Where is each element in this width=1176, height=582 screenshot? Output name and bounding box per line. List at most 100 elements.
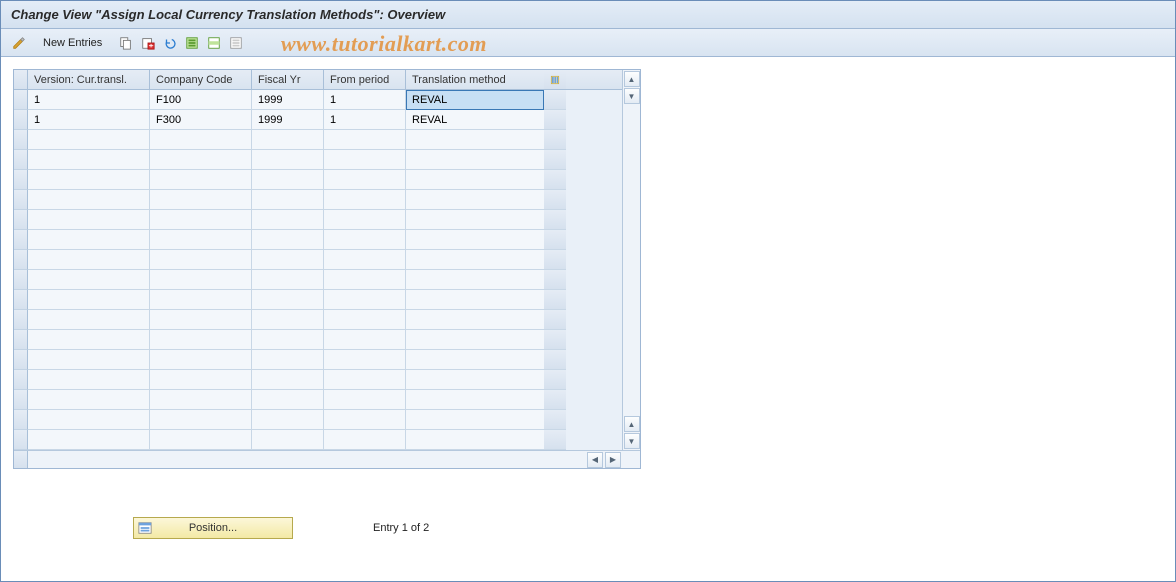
cell-version[interactable] — [28, 430, 150, 450]
table-row[interactable] — [14, 310, 622, 330]
cell-version[interactable] — [28, 350, 150, 370]
cell-period[interactable] — [324, 370, 406, 390]
toggle-change-icon[interactable] — [9, 33, 29, 53]
col-header-method[interactable]: Translation method — [406, 70, 544, 89]
scroll-right-icon[interactable]: ▶ — [605, 452, 621, 468]
row-selector[interactable] — [14, 290, 28, 310]
scroll-down-icon[interactable]: ▼ — [624, 88, 640, 104]
table-row[interactable] — [14, 290, 622, 310]
cell-company[interactable] — [150, 310, 252, 330]
deselect-all-icon[interactable] — [226, 33, 246, 53]
cell-period[interactable] — [324, 390, 406, 410]
scroll-up2-icon[interactable]: ▲ — [624, 416, 640, 432]
cell-version[interactable] — [28, 170, 150, 190]
cell-company[interactable] — [150, 350, 252, 370]
cell-company[interactable] — [150, 150, 252, 170]
cell-company[interactable] — [150, 290, 252, 310]
row-selector[interactable] — [14, 430, 28, 450]
cell-version[interactable] — [28, 370, 150, 390]
table-row[interactable] — [14, 430, 622, 450]
table-row[interactable] — [14, 350, 622, 370]
row-selector[interactable] — [14, 350, 28, 370]
cell-fiscal[interactable] — [252, 430, 324, 450]
cell-company[interactable] — [150, 230, 252, 250]
row-selector[interactable] — [14, 210, 28, 230]
cell-version[interactable] — [28, 270, 150, 290]
cell-method[interactable] — [406, 330, 544, 350]
cell-period[interactable] — [324, 310, 406, 330]
cell-method[interactable] — [406, 230, 544, 250]
row-selector[interactable] — [14, 410, 28, 430]
cell-period[interactable] — [324, 330, 406, 350]
copy-as-icon[interactable] — [116, 33, 136, 53]
col-header-version[interactable]: Version: Cur.transl. — [28, 70, 150, 89]
cell-method[interactable]: REVAL — [406, 90, 544, 110]
cell-method[interactable] — [406, 130, 544, 150]
cell-version[interactable] — [28, 230, 150, 250]
cell-period[interactable] — [324, 410, 406, 430]
table-row[interactable] — [14, 230, 622, 250]
row-selector[interactable] — [14, 190, 28, 210]
cell-version[interactable] — [28, 190, 150, 210]
cell-period[interactable] — [324, 190, 406, 210]
cell-fiscal[interactable] — [252, 150, 324, 170]
cell-fiscal[interactable] — [252, 210, 324, 230]
row-selector[interactable] — [14, 130, 28, 150]
cell-method[interactable] — [406, 150, 544, 170]
cell-period[interactable] — [324, 150, 406, 170]
cell-fiscal[interactable] — [252, 410, 324, 430]
cell-company[interactable] — [150, 390, 252, 410]
cell-company[interactable] — [150, 330, 252, 350]
row-selector[interactable] — [14, 270, 28, 290]
cell-method[interactable] — [406, 210, 544, 230]
cell-method[interactable] — [406, 190, 544, 210]
cell-company[interactable] — [150, 130, 252, 150]
cell-period[interactable] — [324, 170, 406, 190]
cell-method[interactable] — [406, 290, 544, 310]
col-header-fiscal[interactable]: Fiscal Yr — [252, 70, 324, 89]
cell-version[interactable]: 1 — [28, 110, 150, 130]
table-row[interactable] — [14, 170, 622, 190]
col-header-period[interactable]: From period — [324, 70, 406, 89]
cell-fiscal[interactable] — [252, 270, 324, 290]
cell-version[interactable] — [28, 290, 150, 310]
cell-period[interactable]: 1 — [324, 110, 406, 130]
cell-period[interactable] — [324, 270, 406, 290]
cell-fiscal[interactable] — [252, 250, 324, 270]
cell-company[interactable] — [150, 190, 252, 210]
select-all-icon[interactable] — [182, 33, 202, 53]
table-row[interactable] — [14, 390, 622, 410]
horizontal-scrollbar[interactable]: ◀ ▶ — [14, 450, 640, 468]
position-button[interactable]: Position... — [133, 517, 293, 539]
cell-version[interactable] — [28, 130, 150, 150]
cell-fiscal[interactable] — [252, 130, 324, 150]
cell-company[interactable]: F100 — [150, 90, 252, 110]
cell-method[interactable] — [406, 350, 544, 370]
select-block-icon[interactable] — [204, 33, 224, 53]
row-selector[interactable] — [14, 370, 28, 390]
table-row[interactable] — [14, 190, 622, 210]
table-row[interactable] — [14, 330, 622, 350]
table-row[interactable] — [14, 410, 622, 430]
cell-fiscal[interactable] — [252, 390, 324, 410]
cell-fiscal[interactable] — [252, 310, 324, 330]
cell-company[interactable] — [150, 210, 252, 230]
row-selector[interactable] — [14, 250, 28, 270]
column-settings-icon[interactable] — [544, 70, 566, 89]
table-row[interactable] — [14, 270, 622, 290]
row-selector[interactable] — [14, 110, 28, 130]
row-selector[interactable] — [14, 230, 28, 250]
cell-period[interactable] — [324, 210, 406, 230]
cell-version[interactable]: 1 — [28, 90, 150, 110]
cell-period[interactable] — [324, 230, 406, 250]
cell-company[interactable] — [150, 270, 252, 290]
table-row[interactable] — [14, 370, 622, 390]
cell-company[interactable] — [150, 370, 252, 390]
cell-fiscal[interactable] — [252, 230, 324, 250]
cell-fiscal[interactable] — [252, 170, 324, 190]
cell-method[interactable] — [406, 390, 544, 410]
cell-method[interactable] — [406, 410, 544, 430]
cell-fiscal[interactable] — [252, 350, 324, 370]
vertical-scrollbar[interactable]: ▲ ▼ ▲ ▼ — [622, 70, 640, 450]
table-row[interactable]: 1F10019991REVAL — [14, 90, 622, 110]
